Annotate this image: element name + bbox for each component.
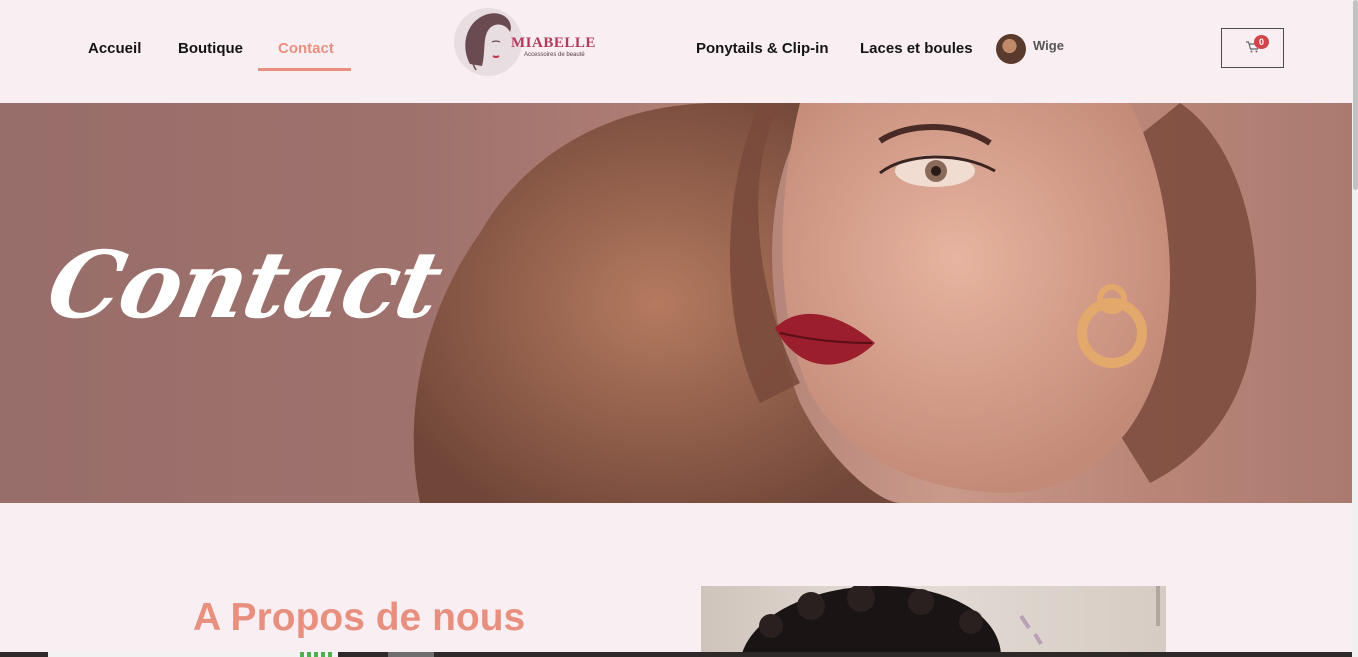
site-header: Accueil Boutique Contact MIABELLE Access…	[0, 0, 1352, 103]
hero-title: Contact	[38, 231, 450, 339]
brand-name: MIABELLE	[511, 35, 596, 51]
nav-link-contact[interactable]: Contact	[278, 40, 334, 57]
brand-tagline: Accessoires de beauté	[524, 52, 585, 58]
hero-banner: Contact	[0, 103, 1352, 503]
cart-count-badge: 0	[1254, 35, 1269, 49]
about-heading: A Propos de nous	[193, 596, 526, 639]
user-name[interactable]: Wige	[1033, 38, 1064, 53]
curly-hair-image	[741, 586, 1160, 657]
active-nav-underline	[258, 68, 351, 71]
taskbar-strip	[0, 652, 1352, 657]
user-avatar[interactable]	[996, 34, 1026, 64]
nav-link-boutique[interactable]: Boutique	[178, 40, 243, 57]
scrollbar-thumb[interactable]	[1353, 0, 1358, 190]
about-photo	[701, 586, 1166, 657]
nav-link-laces[interactable]: Laces et boules	[860, 40, 973, 57]
cart-button[interactable]: 0	[1221, 28, 1284, 68]
nav-link-ponytails[interactable]: Ponytails & Clip-in	[696, 40, 829, 57]
nav-link-accueil[interactable]: Accueil	[88, 40, 141, 57]
